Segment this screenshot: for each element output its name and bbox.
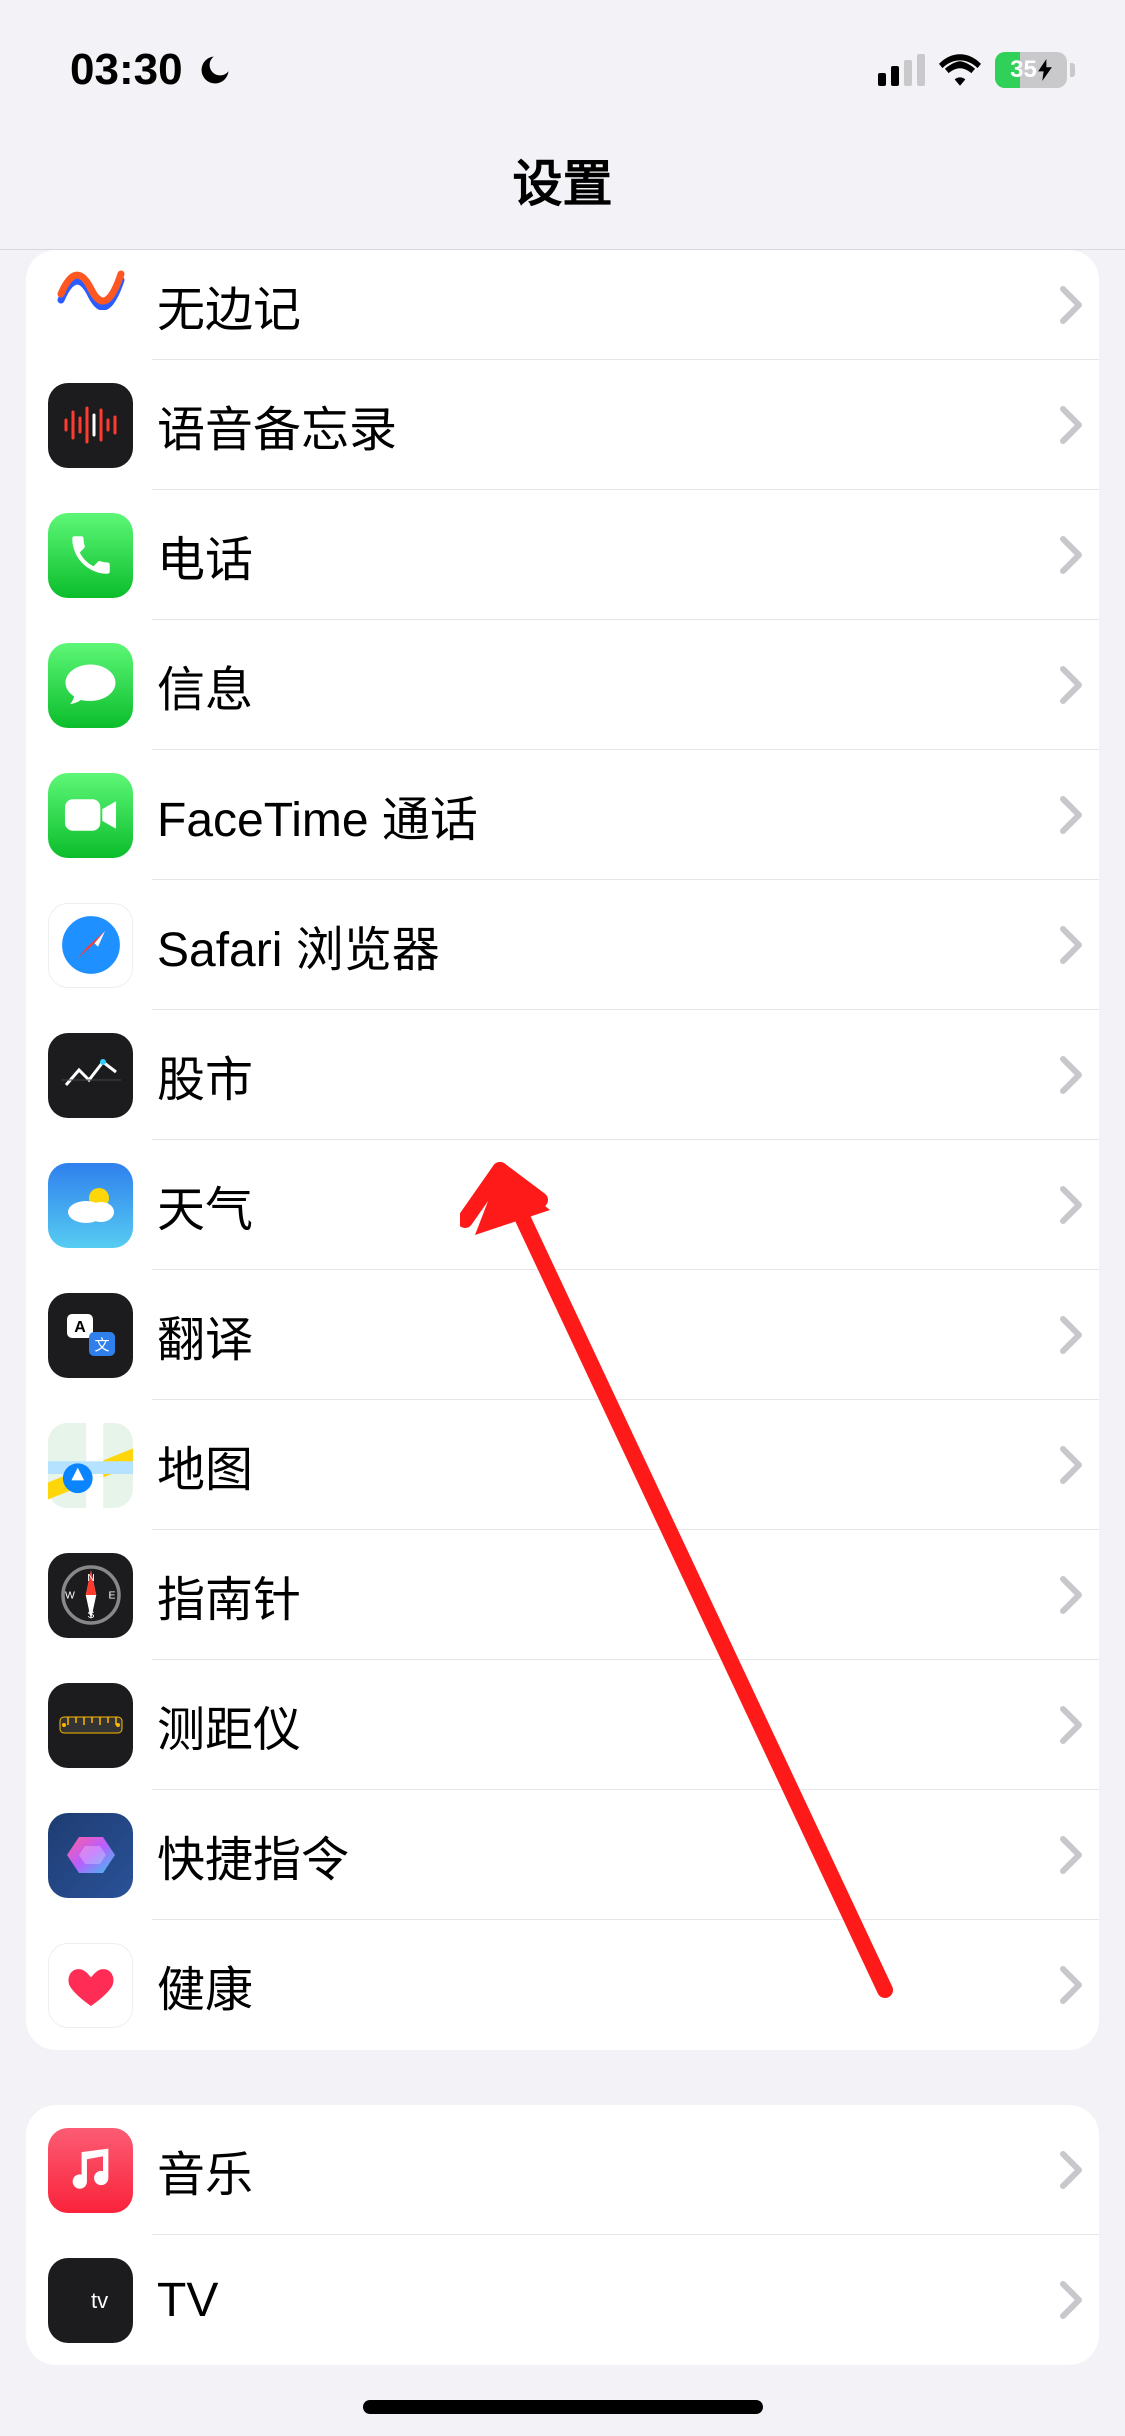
status-bar: 03:30 35 (0, 0, 1125, 110)
row-label: 语音备忘录 (157, 390, 1059, 460)
settings-row-weather[interactable]: 天气 (26, 1140, 1099, 1270)
maps-icon (48, 1423, 133, 1508)
row-label: 音乐 (157, 2135, 1059, 2205)
settings-row-shortcuts[interactable]: 快捷指令 (26, 1790, 1099, 1920)
chevron-right-icon (1059, 285, 1083, 325)
battery-percent: 35 (1010, 56, 1037, 84)
weather-icon (48, 1163, 133, 1248)
settings-row-voice-memos[interactable]: 语音备忘录 (26, 360, 1099, 490)
home-indicator (363, 2400, 763, 2414)
phone-icon (48, 513, 133, 598)
chevron-right-icon (1059, 665, 1083, 705)
status-time: 03:30 (70, 45, 183, 95)
tv-icon: tv (48, 2258, 133, 2343)
chevron-right-icon (1059, 925, 1083, 965)
row-label: TV (157, 2273, 1059, 2328)
row-label: FaceTime 通话 (157, 780, 1059, 850)
settings-row-stocks[interactable]: 股市 (26, 1010, 1099, 1140)
compass-icon: NW E S (48, 1553, 133, 1638)
health-icon (48, 1943, 133, 2028)
music-icon (48, 2128, 133, 2213)
settings-row-facetime[interactable]: FaceTime 通话 (26, 750, 1099, 880)
settings-row-freeform[interactable]: 无边记 (26, 250, 1099, 360)
chevron-right-icon (1059, 1835, 1083, 1875)
settings-row-safari[interactable]: Safari 浏览器 (26, 880, 1099, 1010)
chevron-right-icon (1059, 2150, 1083, 2190)
row-label: 信息 (157, 650, 1059, 720)
translate-icon: A文 (48, 1293, 133, 1378)
settings-list[interactable]: 无边记 语音备忘录 电话 信息 (0, 250, 1125, 2365)
facetime-icon (48, 773, 133, 858)
chevron-right-icon (1059, 1055, 1083, 1095)
row-label: 快捷指令 (157, 1820, 1059, 1890)
measure-icon (48, 1683, 133, 1768)
shortcuts-icon (48, 1813, 133, 1898)
cellular-signal-icon (878, 54, 925, 86)
settings-row-measure[interactable]: 测距仪 (26, 1660, 1099, 1790)
settings-row-health[interactable]: 健康 (26, 1920, 1099, 2050)
dnd-moon-icon (197, 52, 233, 88)
battery-icon: 35 (995, 52, 1075, 88)
nav-bar: 设置 (0, 110, 1125, 250)
row-label: 无边记 (157, 270, 1059, 340)
chevron-right-icon (1059, 1445, 1083, 1485)
row-label: 地图 (157, 1430, 1059, 1500)
settings-group-apps: 无边记 语音备忘录 电话 信息 (26, 250, 1099, 2050)
row-label: Safari 浏览器 (157, 910, 1059, 980)
settings-row-maps[interactable]: 地图 (26, 1400, 1099, 1530)
safari-icon (48, 903, 133, 988)
settings-row-messages[interactable]: 信息 (26, 620, 1099, 750)
row-label: 股市 (157, 1040, 1059, 1110)
status-right: 35 (878, 52, 1075, 88)
settings-group-media: 音乐 tv TV (26, 2105, 1099, 2365)
chevron-right-icon (1059, 2280, 1083, 2320)
chevron-right-icon (1059, 1315, 1083, 1355)
row-label: 翻译 (157, 1300, 1059, 1370)
chevron-right-icon (1059, 1705, 1083, 1745)
settings-row-compass[interactable]: NW E S 指南针 (26, 1530, 1099, 1660)
messages-icon (48, 643, 133, 728)
svg-text:A: A (74, 1319, 86, 1336)
svg-text:N: N (87, 1572, 95, 1584)
status-left: 03:30 (70, 45, 233, 95)
chevron-right-icon (1059, 405, 1083, 445)
voice-memos-icon (48, 383, 133, 468)
chevron-right-icon (1059, 535, 1083, 575)
chevron-right-icon (1059, 1965, 1083, 2005)
svg-text:W: W (65, 1590, 75, 1602)
settings-row-translate[interactable]: A文 翻译 (26, 1270, 1099, 1400)
svg-text:E: E (108, 1590, 115, 1602)
row-label: 指南针 (157, 1560, 1059, 1630)
wifi-icon (939, 54, 981, 86)
settings-row-music[interactable]: 音乐 (26, 2105, 1099, 2235)
freeform-icon (48, 250, 133, 320)
svg-text:S: S (87, 1609, 94, 1621)
chevron-right-icon (1059, 1575, 1083, 1615)
svg-text:tv: tv (91, 2288, 108, 2313)
settings-row-phone[interactable]: 电话 (26, 490, 1099, 620)
stocks-icon (48, 1033, 133, 1118)
row-label: 天气 (157, 1170, 1059, 1240)
row-label: 测距仪 (157, 1690, 1059, 1760)
row-label: 健康 (157, 1950, 1059, 2020)
row-label: 电话 (157, 520, 1059, 590)
page-title: 设置 (513, 144, 613, 216)
chevron-right-icon (1059, 795, 1083, 835)
chevron-right-icon (1059, 1185, 1083, 1225)
svg-text:文: 文 (94, 1337, 109, 1354)
settings-row-tv[interactable]: tv TV (26, 2235, 1099, 2365)
